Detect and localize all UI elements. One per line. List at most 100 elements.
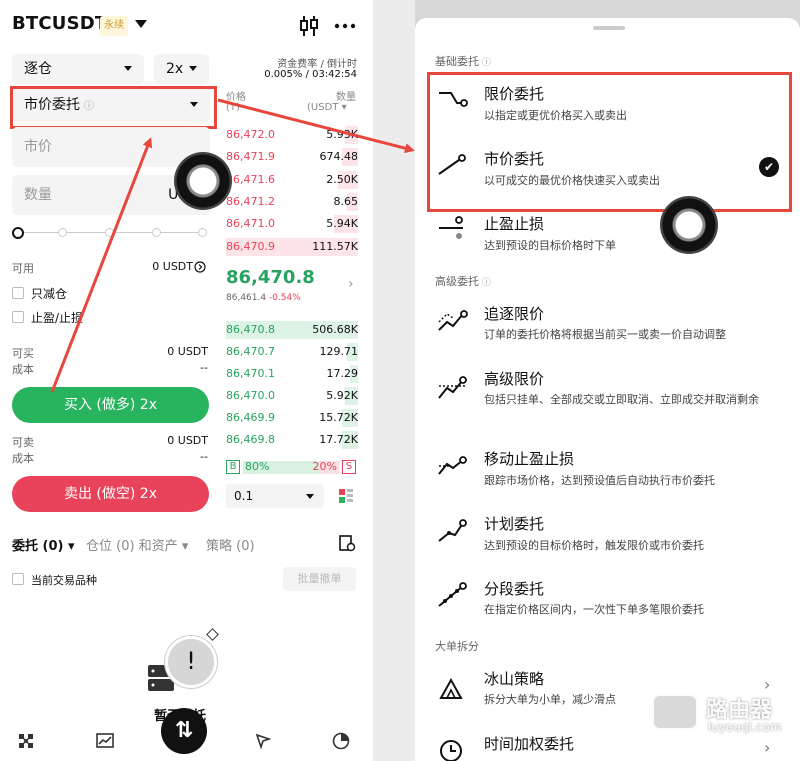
orderbook-qty: 111.57K <box>312 239 358 253</box>
slider-stop[interactable] <box>105 228 114 237</box>
order-history-icon[interactable] <box>338 534 356 552</box>
scaled-order-title[interactable]: 分段委托 <box>484 578 544 599</box>
chase-limit-desc: 订单的委托价格将根据当前买一或卖一价自动调整 <box>484 328 726 341</box>
tab-label: 委托 (0) <box>12 539 64 554</box>
orderbook-qty: 8.65 <box>333 194 359 208</box>
orderbook-qty-header: 数量 <box>336 92 356 103</box>
orderbook-qty-unit[interactable]: (USDT ▾ <box>307 102 347 113</box>
last-price[interactable]: 86,470.8 <box>226 267 315 288</box>
tab-orders[interactable]: 委托 (0) ▾ <box>12 535 75 554</box>
slider-stop[interactable] <box>198 228 207 237</box>
highlight-box-basic-orders <box>427 72 792 212</box>
transfer-icon[interactable] <box>194 261 206 273</box>
reduce-only-label: 只减仓 <box>31 287 68 301</box>
orderbook-price: 86,471.2 <box>226 194 275 208</box>
orderbook-bid-row[interactable]: 86,470.1 17.29 <box>226 364 358 384</box>
current-symbol-checkbox[interactable] <box>12 573 24 585</box>
tab-positions[interactable]: 仓位 (0) 和资产 ▾ <box>86 535 188 554</box>
orderbook-ask-row[interactable]: 86,472.0 5.93K <box>226 125 358 145</box>
section-advanced-orders: 高级委托 ⓘ <box>435 273 491 289</box>
orderbook-price: 86,470.7 <box>226 345 275 358</box>
buy-sell-ratio-bar: 80% 20% <box>243 460 339 474</box>
orderbook-qty: 17.29 <box>326 367 359 380</box>
symbol-dropdown-icon[interactable] <box>135 20 147 28</box>
cost-value: -- <box>200 450 208 463</box>
section-label: 高级委托 <box>435 275 479 288</box>
nav-market-icon[interactable] <box>96 732 114 750</box>
iceberg-title[interactable]: 冰山策略 <box>484 668 544 689</box>
scaled-order-desc: 在指定价格区间内，一次性下单多笔限价委托 <box>484 603 704 616</box>
chase-limit-title[interactable]: 追逐限价 <box>484 303 544 324</box>
precision-select[interactable]: 0.1 <box>226 484 324 508</box>
orderbook-price: 86,469.8 <box>226 433 275 446</box>
trigger-order-title[interactable]: 计划委托 <box>484 513 544 534</box>
diamond-icon <box>206 628 219 641</box>
slider-handle[interactable] <box>12 227 24 239</box>
reduce-only-checkbox[interactable] <box>12 287 24 299</box>
twap-title[interactable]: 时间加权委托 <box>484 733 574 754</box>
quantity-placeholder: 数量 <box>24 187 52 203</box>
cost-label: 成本 <box>12 452 34 465</box>
section-basic-orders: 基础委托 ⓘ <box>435 53 491 69</box>
orderbook-qty: 15.72K <box>319 411 358 424</box>
cost-label: 成本 <box>12 363 34 376</box>
tab-label: 仓位 (0) 和资产 <box>86 539 178 554</box>
margin-mode-select[interactable]: 逐仓 <box>12 54 144 84</box>
tp-sl-title[interactable]: 止盈止损 <box>484 213 544 234</box>
candlestick-icon[interactable] <box>297 14 321 38</box>
chevron-right-icon[interactable]: › <box>348 276 354 292</box>
nav-discover-icon[interactable] <box>254 732 272 750</box>
available-value: 0 USDT <box>152 260 193 273</box>
info-icon: ⓘ <box>482 58 492 68</box>
trading-screen: BTCUSDT 永续 逐仓 2x 资金费率 / 倒计时 0.005% / 03:… <box>0 0 373 761</box>
tab-strategies[interactable]: 策略 (0) <box>206 535 255 554</box>
tp-sl-label: 止盈/止损 <box>31 311 84 325</box>
orderbook-bid-row[interactable]: 86,469.8 17.72K <box>226 430 358 450</box>
trailing-stop-title[interactable]: 移动止盈止损 <box>484 448 574 469</box>
orderbook-bid-row[interactable]: 86,470.8 506.68K <box>226 320 358 340</box>
orderbook-ask-row[interactable]: 86,471.0 5.94K <box>226 214 358 234</box>
orderbook-price: 86,470.8 <box>226 323 275 336</box>
trade-fab-button[interactable]: ⇅ <box>161 708 207 754</box>
section-large-orders: 大单拆分 <box>435 640 479 653</box>
watermark: 路由器 luyouqi.com <box>652 686 792 746</box>
alert-icon: ! <box>165 636 217 688</box>
orderbook-layout-icon[interactable] <box>338 488 354 504</box>
advanced-limit-title[interactable]: 高级限价 <box>484 368 544 389</box>
orderbook-price: 86,469.9 <box>226 411 275 424</box>
leverage-label: 2x <box>166 61 184 77</box>
sell-ratio: 20% <box>312 460 337 473</box>
orderbook-bid-row[interactable]: 86,470.7 129.71 <box>226 342 358 362</box>
tp-sl-icon <box>439 216 463 239</box>
orderbook-qty: 17.72K <box>319 433 358 446</box>
tp-sl-checkbox[interactable] <box>12 311 24 323</box>
tp-sl-desc: 达到预设的目标价格时下单 <box>484 239 616 252</box>
trigger-order-icon <box>438 519 467 542</box>
orderbook-ask-row[interactable]: 86,471.2 8.65 <box>226 192 358 212</box>
sell-ratio-badge: S <box>342 460 356 474</box>
tab-label: 策略 (0) <box>206 539 255 554</box>
current-symbol-label: 当前交易品种 <box>31 574 97 587</box>
sell-short-button[interactable]: 卖出 (做空) 2x <box>12 476 209 512</box>
orderbook-price: 86,471.6 <box>226 172 275 186</box>
orderbook-qty: 2.50K <box>326 172 358 186</box>
funding-rate-label: 资金费率 / 倒计时 <box>277 59 357 70</box>
batch-cancel-button[interactable]: 批量撤单 <box>283 567 356 591</box>
symbol-title[interactable]: BTCUSDT <box>12 13 107 34</box>
slider-stop[interactable] <box>152 228 161 237</box>
orderbook-bid-row[interactable]: 86,469.9 15.72K <box>226 408 358 428</box>
nav-home-icon[interactable] <box>17 732 35 750</box>
leverage-select[interactable]: 2x <box>154 54 209 84</box>
more-icon[interactable] <box>333 14 357 38</box>
router-logo-icon <box>652 694 698 730</box>
orderbook-price: 86,471.9 <box>226 150 275 164</box>
orderbook-ask-row[interactable]: 86,471.6 2.50K <box>226 170 358 190</box>
orderbook-ask-row[interactable]: 86,471.9 674.48 <box>226 147 358 167</box>
buy-long-button[interactable]: 买入 (做多) 2x <box>12 387 209 423</box>
orderbook-bid-row[interactable]: 86,470.0 5.92K <box>226 386 358 406</box>
nav-assets-icon[interactable] <box>332 732 350 750</box>
slider-stop[interactable] <box>58 228 67 237</box>
orderbook-ask-row[interactable]: 86,470.9 111.57K <box>226 237 358 257</box>
price-change: -0.54% <box>268 293 301 303</box>
sheet-handle[interactable] <box>593 26 625 30</box>
